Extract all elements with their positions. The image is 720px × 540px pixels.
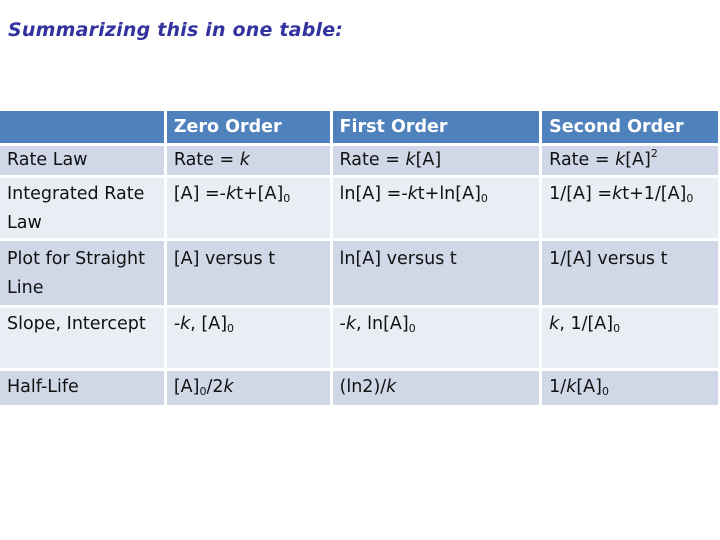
formula-text: 1/ [549, 377, 567, 397]
rate-constant-symbol: k [225, 184, 237, 204]
rate-constant-symbol: k [549, 314, 560, 334]
table-row: Plot for Straight Line [A] versus t ln[A… [0, 241, 718, 305]
cell-first-order: -k, ln[A]0 [332, 308, 540, 368]
row-label: Rate Law [0, 146, 164, 175]
subscript: 0 [408, 322, 416, 335]
header-row: Zero Order First Order Second Order [0, 111, 718, 143]
rate-constant-symbol: k [405, 150, 416, 170]
header-zero-order: Zero Order [166, 111, 330, 143]
subscript: 0 [601, 385, 609, 398]
formula-text: Rate = [173, 150, 240, 170]
formula-text: t+1/[A] [622, 184, 687, 204]
formula-text: 1/[A] = [549, 184, 613, 204]
cell-second-order: k, 1/[A]0 [542, 308, 718, 368]
formula-text: , 1/[A] [559, 314, 614, 334]
subscript: 0 [480, 192, 488, 205]
table-row: Slope, Intercept -k, [A]0 -k, ln[A]0 k, … [0, 308, 718, 368]
rate-constant-symbol: k [615, 150, 626, 170]
formula-text: ln[A] versus t [339, 249, 457, 269]
slide-title: Summarizing this in one table: [8, 19, 344, 41]
row-label: Slope, Intercept [0, 308, 164, 368]
formula-text: t+[A] [236, 184, 284, 204]
row-label: Plot for Straight Line [0, 241, 164, 305]
formula-text: /2 [206, 377, 224, 397]
subscript: 0 [686, 192, 694, 205]
formula-text: , [A] [190, 314, 228, 334]
cell-first-order: ln[A] =-kt+ln[A]0 [332, 178, 540, 238]
header-first-order: First Order [332, 111, 540, 143]
cell-first-order: (ln2)/k [332, 371, 540, 405]
subscript: 0 [613, 322, 621, 335]
formula-text: [A] =- [173, 184, 226, 204]
cell-zero-order: [A]0/2k [166, 371, 330, 405]
header-corner [0, 111, 164, 143]
table-row: Half-Life [A]0/2k (ln2)/k 1/k[A]0 [0, 371, 718, 405]
cell-zero-order: [A] =-kt+[A]0 [166, 178, 330, 238]
formula-text: t+ln[A] [417, 184, 481, 204]
formula-text: Rate = [339, 150, 406, 170]
cell-second-order: 1/[A] versus t [542, 241, 718, 305]
rate-constant-symbol: k [223, 377, 234, 397]
row-label: Half-Life [0, 371, 164, 405]
rate-constant-symbol: k [566, 377, 577, 397]
cell-first-order: Rate = k[A] [332, 146, 540, 175]
formula-text: 1/[A] versus t [549, 249, 668, 269]
rate-constant-symbol: k [239, 150, 250, 170]
table-row: Rate Law Rate = k Rate = k[A] Rate = k[A… [0, 146, 718, 175]
formula-text: ln[A] =- [339, 184, 408, 204]
formula-text: [A] [576, 377, 602, 397]
formula-text: Rate = [549, 150, 616, 170]
cell-zero-order: Rate = k [166, 146, 330, 175]
cell-second-order: Rate = k[A]2 [542, 146, 718, 175]
reaction-order-summary-table: Zero Order First Order Second Order Rate… [0, 108, 720, 408]
formula-text: [A] [415, 150, 442, 170]
rate-constant-symbol: k [386, 377, 397, 397]
formula-text: [A] [173, 377, 200, 397]
row-label: Integrated Rate Law [0, 178, 164, 238]
subscript: 0 [283, 192, 291, 205]
superscript: 2 [650, 147, 658, 160]
cell-second-order: 1/[A] =kt+1/[A]0 [542, 178, 718, 238]
rate-constant-symbol: k [612, 184, 623, 204]
rate-constant-symbol: k [407, 184, 418, 204]
cell-zero-order: [A] versus t [166, 241, 330, 305]
cell-second-order: 1/k[A]0 [542, 371, 718, 405]
header-second-order: Second Order [542, 111, 718, 143]
cell-zero-order: -k, [A]0 [166, 308, 330, 368]
table-row: Integrated Rate Law [A] =-kt+[A]0 ln[A] … [0, 178, 718, 238]
formula-text: [A] [625, 150, 651, 170]
subscript: 0 [227, 322, 235, 335]
formula-text: , ln[A] [356, 314, 409, 334]
formula-text: [A] versus t [173, 249, 276, 269]
cell-first-order: ln[A] versus t [332, 241, 540, 305]
rate-constant-symbol: k [345, 314, 356, 334]
rate-constant-symbol: k [180, 314, 191, 334]
formula-text: (ln2)/ [339, 377, 387, 397]
